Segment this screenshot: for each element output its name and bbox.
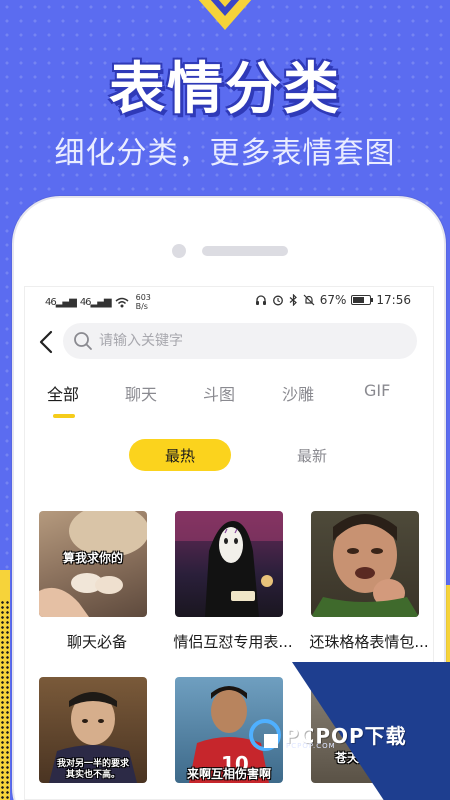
sticker-caption: 来啊互相伤害啊	[186, 767, 271, 781]
sort-hot-button[interactable]: 最热	[129, 439, 231, 471]
active-tab-indicator	[53, 414, 75, 418]
headphones-icon	[255, 295, 266, 305]
status-bar: 46▂▄▆ 46▂▄▆ 603 B/s 67% 17:56	[25, 287, 433, 315]
sticker-thumbnail-official: 我对另一半的要求 其实也不高。	[39, 677, 147, 783]
alarm-icon	[272, 295, 283, 306]
sticker-thumbnail-crying	[311, 511, 419, 617]
net-speed: 603 B/s	[135, 293, 151, 311]
crying-image	[311, 514, 419, 617]
watermark-sub: PCPOP.COM	[286, 742, 336, 750]
tab-chat[interactable]: 聊天	[125, 381, 157, 405]
category-tabs: 全部 聊天 斗图 沙雕 GIF	[25, 381, 433, 417]
search-icon	[74, 332, 92, 350]
battery-icon	[351, 295, 374, 305]
sticker-pack-card[interactable]: 算我求你的 聊天必备	[39, 511, 147, 651]
sticker-pack-title: 还珠格格表情包...	[309, 633, 429, 651]
tab-meme-battle[interactable]: 斗图	[203, 381, 235, 405]
tab-funny[interactable]: 沙雕	[282, 381, 314, 405]
sticker-pack-card[interactable]: 还珠格格表情包...	[309, 511, 429, 651]
bluetooth-icon	[289, 294, 297, 306]
left-dot-pattern	[0, 600, 10, 800]
mute-bell-icon	[303, 294, 315, 306]
battery-level	[353, 297, 365, 303]
sticker-pack-card[interactable]: 情侣互怼专用表...	[173, 511, 293, 651]
phone-speaker	[202, 246, 288, 256]
sticker-pack-title: 聊天必备	[66, 633, 127, 651]
sticker-thumbnail-cat: 算我求你的	[39, 511, 147, 617]
cell-signal-2: 46▂▄▆	[79, 296, 112, 308]
search-input[interactable]	[99, 323, 399, 359]
search-bar[interactable]	[63, 323, 417, 359]
noface-image	[175, 511, 283, 617]
hero-title: 表情分类	[109, 57, 341, 122]
sticker-pack-card[interactable]: 我对另一半的要求 其实也不高。	[39, 677, 147, 783]
chevron-down-decoration	[198, 0, 252, 30]
watermark-logo-icon	[249, 719, 281, 751]
sticker-caption: 我对另一半的要求 其实也不高。	[56, 759, 129, 780]
wifi-icon	[115, 297, 129, 307]
tab-all[interactable]: 全部	[47, 381, 79, 405]
sticker-caption: 算我求你的	[62, 551, 123, 565]
sticker-pack-title: 情侣互怼专用表...	[173, 633, 293, 651]
battery-percent: 67%	[319, 293, 347, 307]
hero-subtitle: 细化分类，更多表情套图	[54, 136, 396, 171]
sticker-thumbnail-noface	[175, 511, 283, 617]
sort-new-button[interactable]: 最新	[261, 439, 363, 471]
back-arrow-icon[interactable]	[35, 325, 59, 359]
clock: 17:56	[376, 293, 411, 307]
tab-gif[interactable]: GIF	[364, 381, 390, 400]
phone-camera	[172, 244, 186, 258]
cell-signal-1: 46▂▄▆	[45, 296, 77, 308]
